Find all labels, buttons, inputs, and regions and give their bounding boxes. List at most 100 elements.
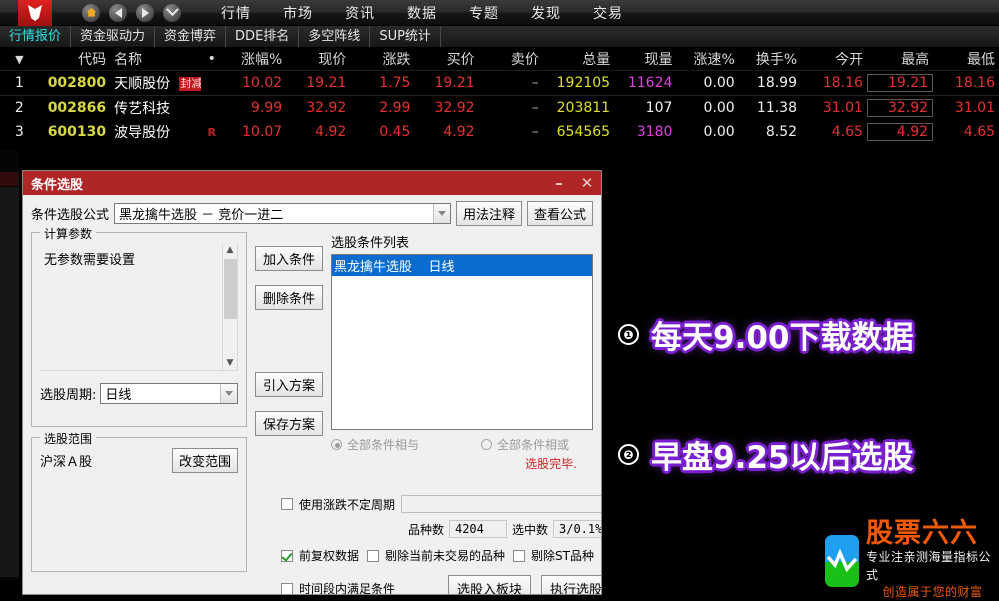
change-scope-button[interactable]: 改变范围	[171, 448, 238, 473]
app-logo-icon[interactable]	[18, 0, 52, 26]
checkbox-variable-cycle[interactable]	[281, 498, 293, 510]
scope-legend: 选股范围	[40, 430, 97, 447]
checkbox-exclude-st[interactable]	[513, 549, 526, 562]
count-value: 4204	[448, 520, 507, 538]
run-selection-button[interactable]: 执行选股	[540, 575, 601, 594]
chevron-down-icon[interactable]	[163, 3, 181, 22]
watermark-tagline: 创造属于您的财富	[882, 585, 983, 600]
import-plan-button[interactable]: 引入方案	[255, 372, 323, 397]
row-volume: 654565	[556, 124, 611, 140]
cycle-select[interactable]: 日线	[100, 383, 238, 404]
timespan-label: 时间段内满足条件	[299, 582, 396, 595]
chevron-down-icon[interactable]	[220, 384, 237, 403]
param-scrollbar[interactable]: ▲ ▼	[222, 243, 237, 370]
header-change[interactable]: 涨跌	[350, 49, 414, 69]
dialog-titlebar: 条件选股 – ✕	[23, 171, 601, 195]
timespan-option[interactable]: 时间段内满足条件	[281, 580, 438, 595]
checkbox-exclude-untraded[interactable]	[367, 549, 380, 562]
header-bid[interactable]: 买价	[415, 49, 479, 69]
row-code: 002800	[47, 75, 107, 91]
header-name[interactable]: 名称	[110, 49, 201, 69]
table-row[interactable]: 1 002800 天顺股份 封减 10.02 19.21 1.75 19.21 …	[0, 71, 999, 95]
table-row[interactable]: 2 002866 传艺科技 9.99 32.92 2.99 32.92 – 20…	[0, 96, 999, 120]
row-change: 1.75	[379, 75, 411, 91]
header-volume[interactable]: 总量	[543, 49, 614, 69]
row-low: 18.16	[954, 75, 996, 91]
fuquan-option[interactable]: 前复权数据	[281, 547, 359, 564]
header-speed[interactable]: 涨速%	[677, 49, 739, 69]
menu-item-5[interactable]: 发现	[515, 3, 577, 23]
menu-item-3[interactable]: 数据	[391, 3, 453, 23]
action-row: 时间段内满足条件 选股入板块 执行选股	[281, 575, 601, 595]
add-to-block-button[interactable]: 选股入板块	[447, 575, 531, 594]
condition-list-label: 选股条件列表	[331, 236, 410, 251]
calc-params-legend: 计算参数	[40, 225, 97, 242]
checkbox-fuquan[interactable]	[281, 549, 293, 562]
quote-table: ▼ 代码 名称 • 涨幅% 现价 涨跌 买价 卖价 总量 现量 涨速% 换手% …	[0, 48, 999, 143]
row-low: 4.65	[963, 124, 996, 140]
forward-arrow-icon[interactable]	[136, 3, 154, 22]
menu-item-2[interactable]: 资讯	[329, 3, 391, 23]
row-bid: 32.92	[434, 100, 475, 116]
header-low[interactable]: 最低	[933, 49, 999, 69]
scope-value: 沪深Ａ股	[40, 455, 93, 470]
scroll-up-icon[interactable]: ▲	[227, 243, 234, 257]
menu-item-0[interactable]: 行情	[205, 3, 267, 23]
header-curvol[interactable]: 现量	[614, 49, 676, 69]
chevron-down-icon[interactable]	[432, 204, 450, 223]
formula-value: 黑龙擒牛选股 － 竞价一进二	[119, 208, 284, 223]
table-row[interactable]: 3 600130 波导股份 R 10.07 4.92 0.45 4.92 – 6…	[0, 120, 999, 144]
st-label: 剔除ST品种	[531, 549, 594, 563]
row-code: 002866	[47, 100, 107, 116]
radio-all-and[interactable]: 全部条件相与	[331, 436, 481, 453]
header-ask[interactable]: 卖价	[479, 49, 543, 69]
minimize-icon[interactable]: –	[545, 171, 573, 195]
home-icon[interactable]	[82, 3, 100, 22]
header-price[interactable]: 现价	[286, 49, 350, 69]
condition-list[interactable]: 黑龙擒牛选股 日线	[331, 254, 593, 430]
annotation-step-2: ❷ 早盘9.25以后选股	[618, 432, 914, 477]
scroll-down-icon[interactable]: ▼	[227, 356, 234, 370]
menu-item-4[interactable]: 专题	[453, 3, 515, 23]
scroll-thumb[interactable]	[224, 259, 237, 319]
checkbox-timespan[interactable]	[281, 582, 293, 594]
tab-zijin-boyi[interactable]: 资金博弈	[155, 26, 227, 47]
header-open[interactable]: 今开	[801, 49, 867, 69]
list-item[interactable]: 黑龙擒牛选股 日线	[332, 255, 592, 276]
row-speed: 0.00	[703, 100, 735, 116]
header-dot[interactable]: •	[201, 51, 222, 67]
radio-all-or[interactable]: 全部条件相或	[481, 436, 569, 453]
row-index: 2	[14, 100, 24, 116]
delete-condition-button[interactable]: 删除条件	[255, 285, 323, 310]
header-high[interactable]: 最高	[867, 49, 933, 69]
row-change: 0.45	[379, 124, 411, 140]
param-area: 无参数需要设置 ▲ ▼	[40, 243, 238, 371]
close-icon[interactable]: ✕	[573, 171, 601, 195]
header-turnover[interactable]: 换手%	[739, 49, 801, 69]
header-pct[interactable]: 涨幅%	[222, 49, 286, 69]
tab-hangqing-baojia[interactable]: 行情报价	[0, 26, 72, 47]
ghost-body	[0, 187, 19, 577]
row-index: 1	[14, 75, 24, 91]
tab-dde-paiming[interactable]: DDE排名	[226, 26, 300, 47]
menu-item-1[interactable]: 市场	[267, 3, 329, 23]
view-formula-button[interactable]: 查看公式	[526, 201, 593, 226]
notraded-option[interactable]: 剔除当前未交易的品种	[367, 547, 505, 564]
radio-and-label: 全部条件相与	[347, 438, 420, 452]
header-code[interactable]: 代码	[39, 49, 110, 69]
menu-item-6[interactable]: 交易	[577, 3, 639, 23]
tab-sup-tongji[interactable]: SUP统计	[370, 26, 441, 47]
st-option[interactable]: 剔除ST品种	[513, 547, 594, 564]
tab-duokong-zhenxian[interactable]: 多空阵线	[299, 26, 371, 47]
add-condition-button[interactable]: 加入条件	[255, 246, 323, 271]
row-name-text: 波导股份	[114, 125, 171, 141]
formula-select[interactable]: 黑龙擒牛选股 － 竞价一进二	[114, 203, 451, 224]
back-arrow-icon[interactable]	[109, 3, 127, 22]
sort-chevron-down-icon[interactable]: ▼	[15, 53, 23, 66]
tab-zijin-qudongli[interactable]: 资金驱动力	[71, 26, 156, 47]
save-plan-button[interactable]: 保存方案	[255, 411, 323, 436]
usage-note-button[interactable]: 用法注释	[455, 201, 522, 226]
annotation-number: ❶	[618, 324, 639, 345]
varcycle-input[interactable]	[401, 495, 601, 513]
row-open: 4.65	[831, 124, 863, 140]
